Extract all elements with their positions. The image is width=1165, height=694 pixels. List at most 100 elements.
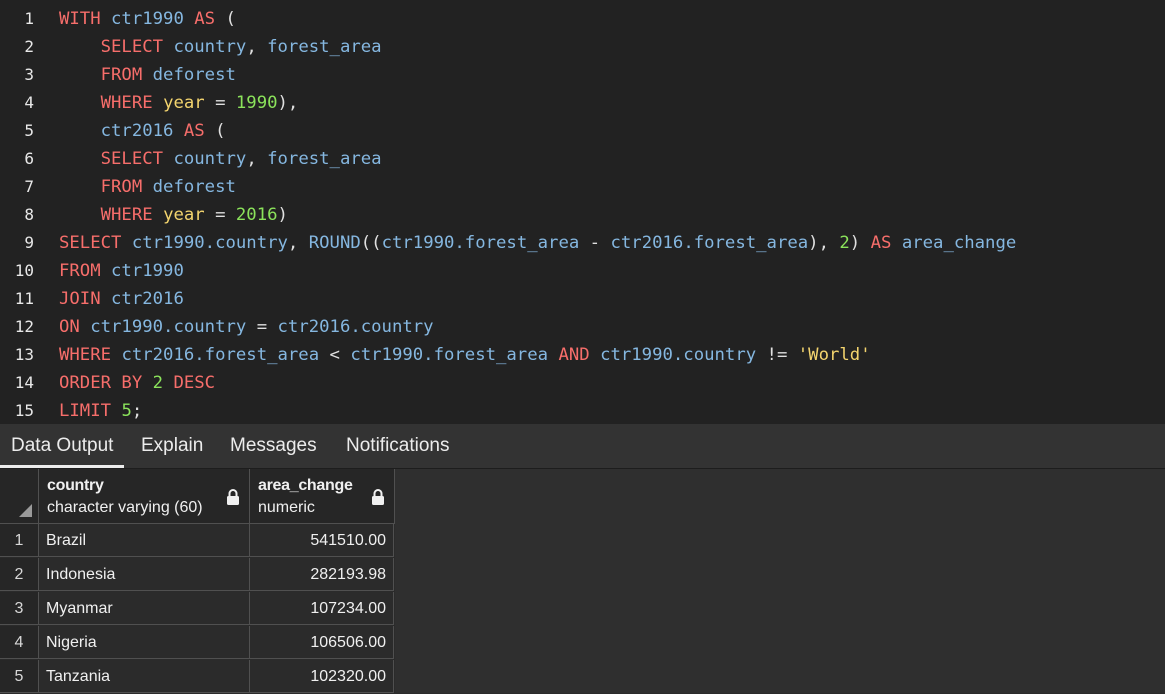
code-text[interactable]: WHERE year = 2016) <box>59 205 288 225</box>
code-token: ctr1990.country <box>600 345 757 365</box>
cell-country[interactable]: Tanzania <box>39 660 250 693</box>
code-line[interactable]: 6 SELECT country, forest_area <box>0 145 1165 173</box>
code-token: 1990 <box>235 93 278 113</box>
code-line[interactable]: 10 FROM ctr1990 <box>0 257 1165 285</box>
code-token: 5 <box>121 401 132 421</box>
output-tab-bar: Data Output Explain Messages Notificatio… <box>0 424 1165 469</box>
code-token: 2 <box>839 233 850 253</box>
column-type: numeric <box>258 499 315 516</box>
line-number: 11 <box>14 289 34 308</box>
line-number: 3 <box>24 65 34 84</box>
column-header-country[interactable]: country character varying (60) <box>39 469 250 524</box>
code-token: SELECT <box>59 233 132 253</box>
line-number: 10 <box>14 261 34 280</box>
code-line[interactable]: 12 ON ctr1990.country = ctr2016.country <box>0 313 1165 341</box>
code-token: , <box>246 149 268 169</box>
cell-country[interactable]: Nigeria <box>39 626 250 659</box>
tab-data-output[interactable]: Data Output <box>0 424 125 468</box>
code-token: deforest <box>152 65 236 85</box>
code-text[interactable]: ORDER BY 2 DESC <box>59 373 215 393</box>
cell-area-change[interactable]: 106506.00 <box>250 626 394 659</box>
row-number[interactable]: 2 <box>0 558 39 591</box>
code-text[interactable]: FROM deforest <box>59 177 236 197</box>
sql-editor[interactable]: 1 WITH ctr1990 AS (2 SELECT country, fore… <box>0 0 1165 424</box>
column-type: character varying (60) <box>47 499 203 516</box>
code-line[interactable]: 15 LIMIT 5; <box>0 397 1165 425</box>
code-text[interactable]: ctr2016 AS ( <box>59 121 226 141</box>
code-text[interactable]: SELECT country, forest_area <box>59 37 382 57</box>
code-text[interactable]: SELECT country, forest_area <box>59 149 382 169</box>
data-output-grid: country character varying (60) area_chan… <box>0 469 1165 693</box>
cell-country[interactable]: Myanmar <box>39 592 250 625</box>
cell-area-change[interactable]: 541510.00 <box>250 524 394 557</box>
tab-notifications[interactable]: Notifications <box>335 424 461 468</box>
code-token: ctr1990 <box>111 261 184 281</box>
code-token: ROUND <box>308 233 361 253</box>
code-text[interactable]: FROM ctr1990 <box>59 261 184 281</box>
grid-empty-area <box>395 469 1165 693</box>
code-token: ), <box>277 93 299 113</box>
cell-country[interactable]: Brazil <box>39 524 250 557</box>
code-token: year <box>163 205 205 225</box>
row-number[interactable]: 5 <box>0 660 39 693</box>
code-token: ctr2016.forest_area <box>610 233 809 253</box>
code-line[interactable]: 5 ctr2016 AS ( <box>0 117 1165 145</box>
code-line[interactable]: 14 ORDER BY 2 DESC <box>0 369 1165 397</box>
row-number[interactable]: 1 <box>0 524 39 557</box>
column-header-area-change[interactable]: area_change numeric <box>250 469 395 524</box>
code-token: year <box>163 93 205 113</box>
code-token: ) <box>277 205 288 225</box>
code-token: country <box>173 149 247 169</box>
code-line[interactable]: 3 FROM deforest <box>0 61 1165 89</box>
code-line[interactable]: 13 WHERE ctr2016.forest_area < ctr1990.fo… <box>0 341 1165 369</box>
code-line[interactable]: 9 SELECT ctr1990.country, ROUND((ctr1990.… <box>0 229 1165 257</box>
code-token: 'World' <box>797 345 871 365</box>
code-token: ORDER BY <box>59 373 153 393</box>
code-token: ctr2016.forest_area <box>121 345 320 365</box>
code-line[interactable]: 1 WITH ctr1990 AS ( <box>0 5 1165 33</box>
code-line[interactable]: 8 WHERE year = 2016) <box>0 201 1165 229</box>
code-line[interactable]: 2 SELECT country, forest_area <box>0 33 1165 61</box>
code-token: AS <box>194 9 226 29</box>
code-token: country <box>173 37 247 57</box>
code-token: FROM <box>100 65 153 85</box>
code-token: ctr1990.country <box>90 317 247 337</box>
code-token: ctr1990 <box>111 9 195 29</box>
code-text[interactable]: WHERE ctr2016.forest_area < ctr1990.fore… <box>59 345 871 365</box>
code-token: deforest <box>152 177 236 197</box>
code-line[interactable]: 11 JOIN ctr2016 <box>0 285 1165 313</box>
cell-area-change[interactable]: 282193.98 <box>250 558 394 591</box>
code-token: ctr2016 <box>100 121 184 141</box>
select-all-icon <box>19 504 32 517</box>
cell-country[interactable]: Indonesia <box>39 558 250 591</box>
code-token: - <box>579 233 611 253</box>
code-text[interactable]: WHERE year = 1990), <box>59 93 299 113</box>
column-name: country <box>47 477 104 494</box>
code-token: ), <box>808 233 840 253</box>
cell-area-change[interactable]: 107234.00 <box>250 592 394 625</box>
code-token: ctr1990.forest_area <box>381 233 580 253</box>
tab-explain[interactable]: Explain <box>130 424 214 468</box>
cell-area-change[interactable]: 102320.00 <box>250 660 394 693</box>
select-all-corner[interactable] <box>0 469 39 524</box>
code-text[interactable]: FROM deforest <box>59 65 236 85</box>
code-text[interactable]: SELECT ctr1990.country, ROUND((ctr1990.f… <box>59 233 1016 253</box>
code-text[interactable]: LIMIT 5; <box>59 401 142 421</box>
code-token: DESC <box>173 373 216 393</box>
tab-messages[interactable]: Messages <box>219 424 328 468</box>
code-text[interactable]: JOIN ctr2016 <box>59 289 184 309</box>
code-line[interactable]: 4 WHERE year = 1990), <box>0 89 1165 117</box>
column-name: area_change <box>258 477 353 494</box>
row-number[interactable]: 4 <box>0 626 39 659</box>
code-token: ON <box>59 317 91 337</box>
code-line[interactable]: 7 FROM deforest <box>0 173 1165 201</box>
code-text[interactable]: ON ctr1990.country = ctr2016.country <box>59 317 434 337</box>
code-token: , <box>287 233 309 253</box>
row-number[interactable]: 3 <box>0 592 39 625</box>
code-text[interactable]: WITH ctr1990 AS ( <box>59 9 236 29</box>
code-token: = <box>204 205 236 225</box>
code-token: ctr2016 <box>111 289 184 309</box>
line-number: 13 <box>14 345 34 364</box>
